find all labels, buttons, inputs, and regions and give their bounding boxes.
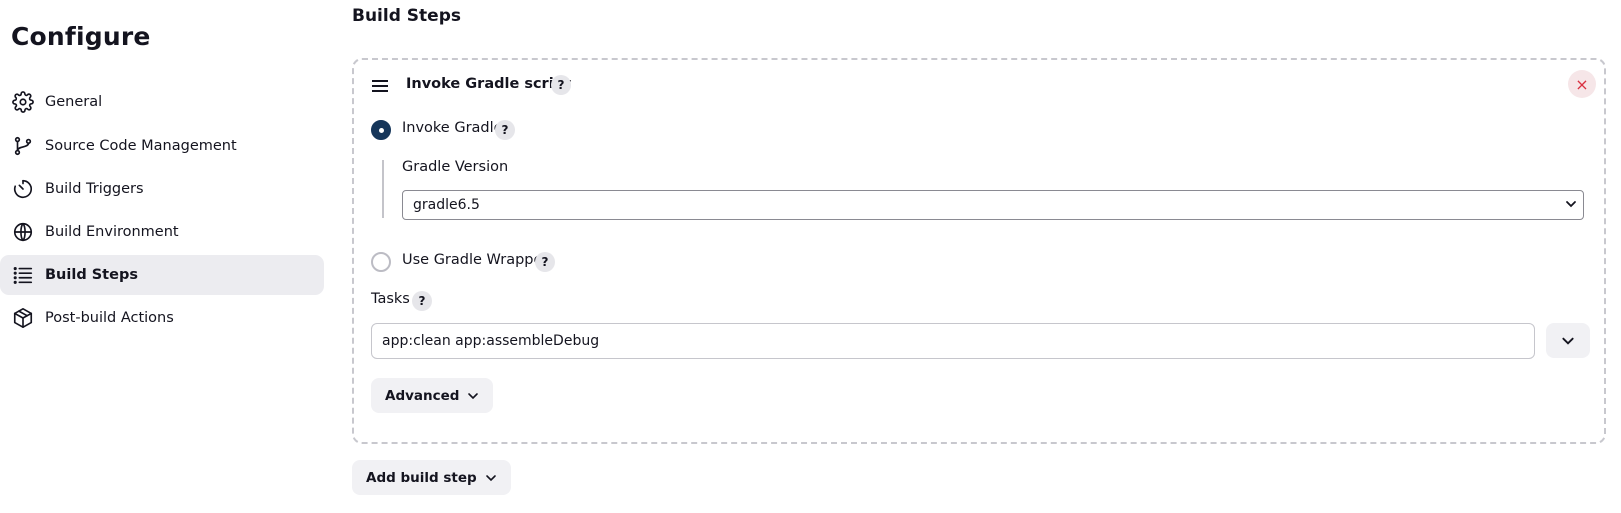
section-title: Build Steps <box>352 6 461 26</box>
invoke-gradle-radio[interactable] <box>371 120 391 140</box>
globe-icon <box>11 220 35 244</box>
gear-icon <box>11 90 35 114</box>
add-build-step-label: Add build step <box>366 469 477 486</box>
list-icon <box>11 263 35 287</box>
timer-icon <box>11 177 35 201</box>
build-step-card: Invoke Gradle script ? × Invoke Gradle ?… <box>352 58 1606 444</box>
help-icon[interactable]: ? <box>412 291 432 311</box>
tasks-input[interactable]: app:clean app:assembleDebug <box>371 323 1535 359</box>
advanced-button[interactable]: Advanced <box>371 378 494 413</box>
sidebar-item-build-triggers[interactable]: Build Triggers <box>0 169 324 209</box>
package-icon <box>11 306 35 330</box>
chevron-down-icon <box>485 474 496 481</box>
drag-handle-icon[interactable] <box>372 80 390 94</box>
sidebar-item-label: Build Triggers <box>45 181 144 197</box>
sidebar-item-build-steps[interactable]: Build Steps <box>0 255 324 295</box>
page-title: Configure <box>11 22 151 51</box>
add-build-step-button[interactable]: Add build step <box>352 460 511 495</box>
sidebar-item-label: Build Environment <box>45 224 179 240</box>
invoke-gradle-label: Invoke Gradle <box>402 120 503 136</box>
sidebar-item-build-environment[interactable]: Build Environment <box>0 212 324 252</box>
use-gradle-wrapper-radio[interactable] <box>371 252 391 272</box>
use-gradle-wrapper-label: Use Gradle Wrapper <box>402 252 549 268</box>
chevron-down-icon <box>468 392 479 399</box>
tasks-label: Tasks <box>371 291 410 307</box>
gradle-version-select[interactable]: gradle6.5 <box>402 190 1584 220</box>
expand-tasks-button[interactable] <box>1546 323 1590 358</box>
git-branch-icon <box>11 134 35 158</box>
sidebar-item-label: Post-build Actions <box>45 310 174 326</box>
close-icon[interactable]: × <box>1568 70 1596 98</box>
sidebar-item-source-code-management[interactable]: Source Code Management <box>0 126 324 166</box>
advanced-label: Advanced <box>385 387 460 404</box>
chevron-down-icon <box>1562 337 1574 345</box>
sidebar-item-general[interactable]: General <box>0 82 324 122</box>
gradle-version-value: gradle6.5 <box>413 197 480 213</box>
help-icon[interactable]: ? <box>535 252 555 272</box>
nest-indicator <box>382 160 384 218</box>
sidebar-item-post-build-actions[interactable]: Post-build Actions <box>0 298 324 338</box>
chevron-down-icon <box>1566 201 1576 208</box>
sidebar-item-label: General <box>45 94 103 110</box>
gradle-version-label: Gradle Version <box>402 159 509 175</box>
sidebar: Configure General Source Code Management… <box>0 0 325 513</box>
help-icon[interactable]: ? <box>495 120 515 140</box>
help-icon[interactable]: ? <box>551 75 571 95</box>
sidebar-item-label: Source Code Management <box>45 138 237 154</box>
sidebar-item-label: Build Steps <box>45 267 138 283</box>
build-step-title: Invoke Gradle script <box>406 76 571 92</box>
